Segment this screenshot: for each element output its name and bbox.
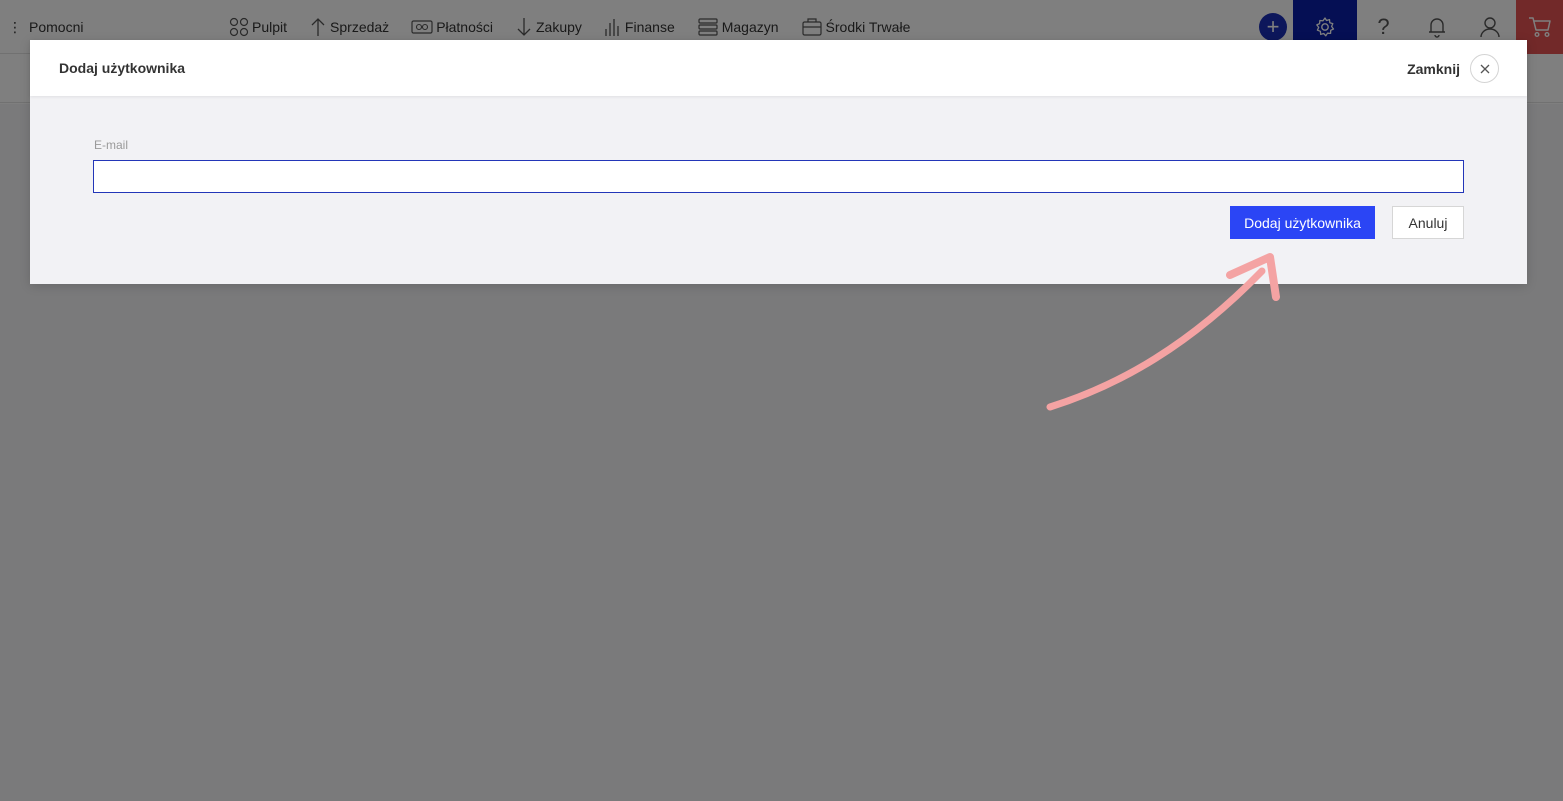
modal-title: Dodaj użytkownika bbox=[59, 60, 186, 76]
email-field[interactable] bbox=[93, 160, 1464, 193]
close-label[interactable]: Zamknij bbox=[1407, 61, 1460, 77]
add-user-modal: Dodaj użytkownika Zamknij E-mail Dodaj u… bbox=[30, 40, 1527, 284]
email-label: E-mail bbox=[94, 138, 129, 152]
cancel-button[interactable]: Anuluj bbox=[1392, 206, 1464, 239]
close-button[interactable] bbox=[1470, 54, 1499, 83]
modal-header: Dodaj użytkownika Zamknij bbox=[30, 40, 1527, 96]
add-user-button[interactable]: Dodaj użytkownika bbox=[1230, 206, 1375, 239]
close-icon bbox=[1480, 64, 1489, 73]
close-modal-control[interactable]: Zamknij bbox=[1407, 54, 1499, 83]
